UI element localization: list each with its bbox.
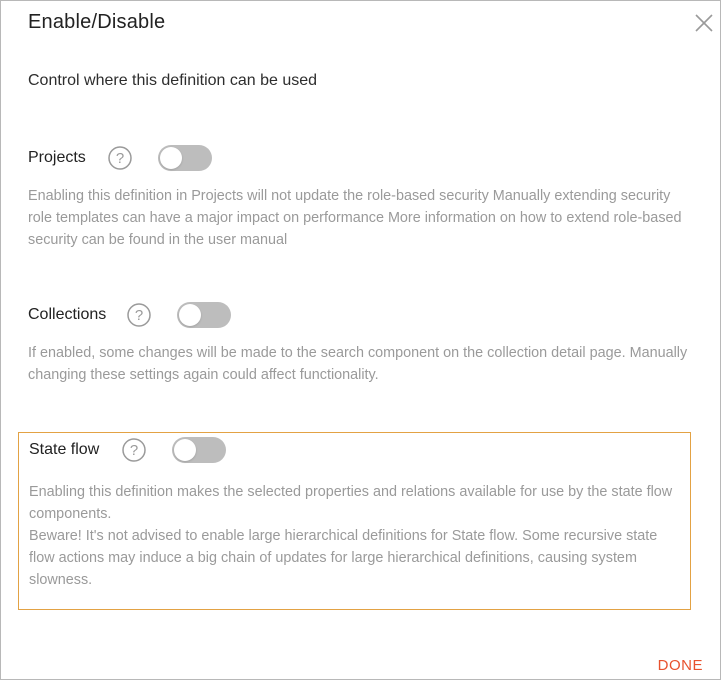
projects-description: Enabling this definition in Projects wil… xyxy=(28,188,682,248)
enable-disable-dialog: Enable/Disable Control where this defini… xyxy=(0,0,721,680)
state-flow-label: State flow xyxy=(29,441,100,458)
projects-header: Projects ? xyxy=(28,143,696,173)
toggle-knob xyxy=(159,147,182,169)
projects-label: Projects xyxy=(28,149,86,166)
svg-text:?: ? xyxy=(135,307,143,324)
help-icon[interactable]: ? xyxy=(108,146,132,170)
projects-toggle[interactable] xyxy=(157,145,212,171)
collections-header: Collections ? xyxy=(28,300,696,330)
state-flow-section: State flow ? Enabling this definition ma… xyxy=(29,435,684,591)
state-flow-highlight-box: State flow ? Enabling this definition ma… xyxy=(18,432,691,610)
help-icon[interactable]: ? xyxy=(127,303,152,327)
collections-label: Collections xyxy=(28,306,107,323)
state-flow-description-line-1: Enabling this definition makes the selec… xyxy=(29,484,673,522)
toggle-knob xyxy=(179,304,202,326)
state-flow-description-line-2: Beware! It's not advised to enable large… xyxy=(29,528,658,588)
collections-description: If enabled, some changes will be made to… xyxy=(28,345,688,383)
collections-toggle[interactable] xyxy=(177,302,232,328)
state-flow-description: Enabling this definition makes the selec… xyxy=(29,481,684,591)
done-button[interactable]: DONE xyxy=(658,657,703,674)
close-icon[interactable] xyxy=(694,13,714,33)
collections-section: Collections ? If enabled, some changes w… xyxy=(28,300,696,386)
help-icon[interactable]: ? xyxy=(122,438,147,462)
dialog-title: Enable/Disable xyxy=(28,11,166,33)
dialog-subtitle: Control where this definition can be use… xyxy=(28,72,318,89)
projects-section: Projects ? Enabling this definition in P… xyxy=(28,143,696,251)
state-flow-toggle[interactable] xyxy=(172,437,227,463)
svg-text:?: ? xyxy=(116,150,124,167)
svg-text:?: ? xyxy=(130,442,138,459)
state-flow-header: State flow ? xyxy=(29,435,684,465)
toggle-knob xyxy=(174,439,197,461)
